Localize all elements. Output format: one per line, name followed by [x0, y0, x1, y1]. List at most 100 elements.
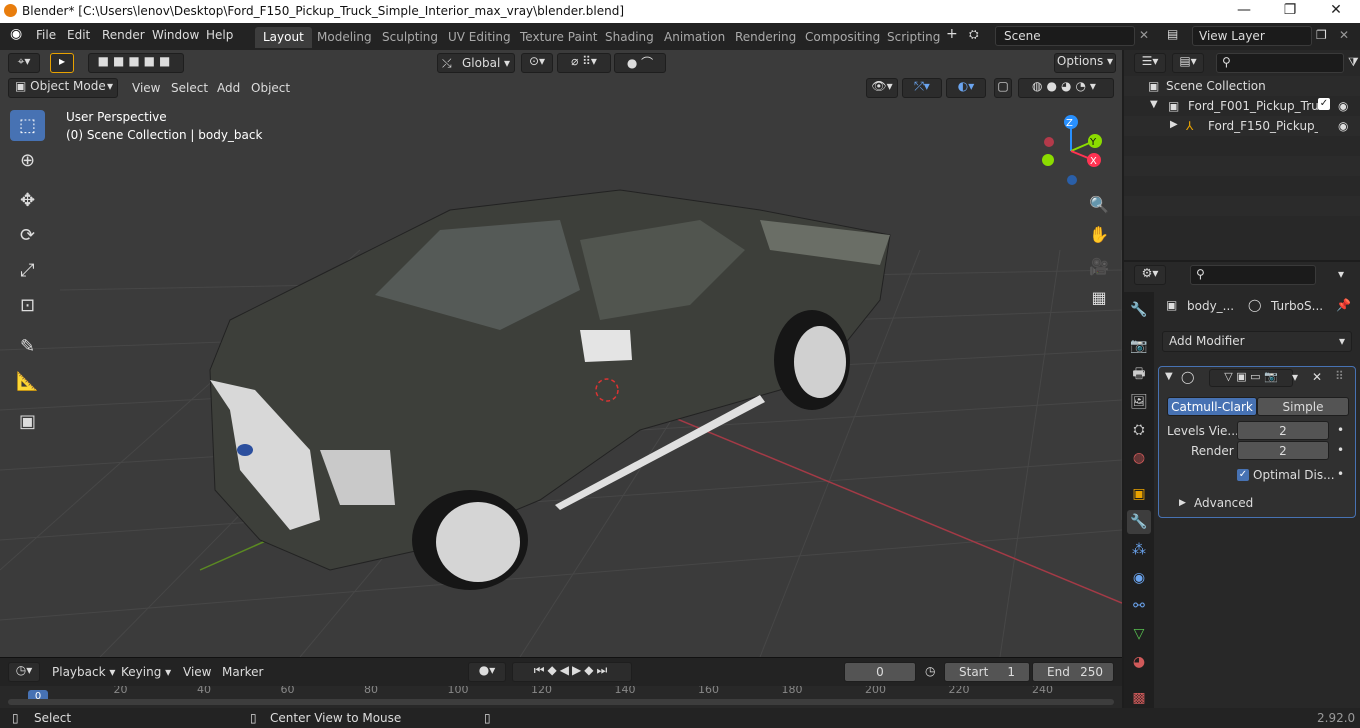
tab-compositing[interactable]: Compositing [797, 27, 888, 48]
overlay-toggle-button[interactable]: ◐▾ [946, 78, 986, 98]
close-window-button[interactable]: ✕ [1326, 2, 1346, 18]
transform-orientation-dropdown[interactable]: ⤯ Global ▾ [437, 53, 515, 73]
maximize-button[interactable]: ❐ [1280, 2, 1300, 18]
levels-viewport-field[interactable]: 2 [1237, 421, 1329, 440]
visibility-button[interactable]: 👁▾ [866, 78, 898, 98]
zoom-icon[interactable]: 🔍 [1085, 191, 1113, 219]
outliner-display-mode[interactable]: ▤▾ [1172, 53, 1204, 73]
chevron-down-icon[interactable]: ▾ [1292, 370, 1298, 384]
viewport-menu-view[interactable]: View [132, 81, 160, 95]
data-tab-icon[interactable]: ▽ [1127, 622, 1151, 646]
collapse-chevron-icon[interactable]: ▼ [1165, 371, 1173, 382]
drag-handle-icon[interactable]: ⠿ [1335, 369, 1344, 383]
add-workspace-icon[interactable]: + [946, 26, 958, 42]
scene-remove-icon[interactable]: ✕ [1139, 28, 1149, 42]
view-layer-remove-icon[interactable]: ✕ [1339, 28, 1349, 42]
modifier-tab-icon[interactable]: 🔧 [1127, 510, 1151, 534]
scale-tool-icon[interactable]: ⤢ [10, 255, 45, 286]
expand-chevron-icon[interactable]: ▶ [1170, 119, 1178, 130]
timeline-menu-playback[interactable]: Playback ▾ [52, 665, 115, 679]
timeline-scrollbar[interactable] [8, 699, 1114, 705]
menu-help[interactable]: Help [206, 28, 233, 42]
timeline-menu-keying[interactable]: Keying ▾ [121, 665, 171, 679]
timeline-editor-type[interactable]: ◷▾ [8, 662, 40, 682]
render-levels-field[interactable]: 2 [1237, 441, 1329, 460]
add-modifier-dropdown[interactable]: Add Modifier ▾ [1162, 331, 1352, 352]
transform-tool-icon[interactable]: ⊡ [10, 290, 45, 321]
truck-model[interactable] [209, 189, 891, 590]
optimal-display-checkbox[interactable]: ✓ [1237, 469, 1249, 481]
tool-tab-icon[interactable]: 🔧 [1127, 298, 1151, 322]
mode-dropdown[interactable]: ▣ Object Mode ▾ [8, 78, 118, 98]
pin-icon[interactable]: 📌 [1336, 298, 1351, 312]
keyframe-dot-icon[interactable]: • [1337, 423, 1344, 437]
constraints-tab-icon[interactable]: ⚯ [1127, 594, 1151, 618]
3d-viewport[interactable]: Z Y X ⌖▾ ▸ ■■■■■ ⤯ Global ▾ ⊙▾ ⌀ ⠿▾ ● ⌒ Op… [0, 50, 1122, 657]
timeline-menu-marker[interactable]: Marker [222, 665, 263, 679]
view-layer-name-field[interactable]: View Layer [1192, 26, 1312, 46]
tab-sculpting[interactable]: Sculpting [374, 27, 446, 48]
tab-rendering[interactable]: Rendering [727, 27, 804, 48]
keyframe-dot-icon[interactable]: • [1337, 467, 1344, 481]
move-tool-icon[interactable]: ✥ [10, 185, 45, 216]
properties-search-input[interactable]: ⚲ [1190, 265, 1316, 285]
viewport-menu-add[interactable]: Add [217, 81, 240, 95]
measure-tool-icon[interactable]: 📐 [10, 366, 45, 397]
outliner-editor-type[interactable]: ☰▾ [1134, 53, 1166, 73]
outliner-row-object[interactable]: ▶ ⅄ Ford_F150_Pickup_T ◉ [1124, 116, 1360, 136]
selection-mode-buttons[interactable]: ■■■■■ [88, 53, 184, 73]
pivot-point-button[interactable]: ⊙▾ [521, 53, 553, 73]
playback-controls[interactable]: ⏮◆◀▶◆⏭ [512, 662, 632, 682]
start-frame-field[interactable]: Start 1 [944, 662, 1030, 682]
cursor-tool-icon[interactable]: ⊕ [10, 145, 45, 176]
modifier-visibility-toggles[interactable]: ▽ ▣ ▭ 📷 [1209, 369, 1293, 387]
add-cube-tool-icon[interactable]: ▣ [10, 406, 45, 437]
xray-toggle-button[interactable]: ▢ [994, 78, 1012, 98]
snap-button[interactable]: ⌀ ⠿▾ [557, 53, 611, 73]
menu-render[interactable]: Render [102, 28, 145, 42]
texture-tab-icon[interactable]: ▩ [1127, 686, 1151, 710]
annotate-tool-icon[interactable]: ✎ [10, 331, 45, 362]
options-dropdown[interactable]: Options ▾ [1054, 53, 1116, 73]
catmull-clark-button[interactable]: Catmull-Clark [1167, 397, 1257, 416]
tab-scripting[interactable]: Scripting [879, 27, 948, 48]
object-tab-icon[interactable]: ▣ [1127, 482, 1151, 506]
viewport-menu-select[interactable]: Select [171, 81, 208, 95]
editor-type-button[interactable]: ⌖▾ [8, 53, 40, 73]
outliner-row-scene-collection[interactable]: ▣ Scene Collection [1124, 76, 1360, 96]
tab-modeling[interactable]: Modeling [309, 27, 380, 48]
viewport-menu-object[interactable]: Object [251, 81, 290, 95]
chevron-down-icon[interactable]: ▾ [1338, 267, 1344, 281]
pan-hand-icon[interactable]: ✋ [1085, 221, 1113, 249]
menu-edit[interactable]: Edit [67, 28, 90, 42]
render-tab-icon[interactable]: 📷 [1127, 334, 1151, 358]
outliner-row-collection[interactable]: ▼ ▣ Ford_F001_Pickup_Truck ✓ ◉ [1124, 96, 1360, 116]
shading-mode-buttons[interactable]: ◍●◕◔▾ [1018, 78, 1114, 98]
select-box-mode-icon[interactable]: ▸ [50, 53, 74, 73]
advanced-section-label[interactable]: Advanced [1194, 496, 1253, 510]
expand-chevron-icon[interactable]: ▶ [1179, 498, 1186, 508]
exclude-checkbox[interactable]: ✓ [1318, 98, 1330, 110]
filter-icon[interactable]: ⧩ [1348, 55, 1359, 70]
gizmo-toggle-button[interactable]: ⤱▾ [902, 78, 942, 98]
current-frame-field[interactable]: 0 [844, 662, 916, 682]
menu-window[interactable]: Window [152, 28, 199, 42]
proportional-edit-button[interactable]: ● ⌒ [614, 53, 666, 73]
eye-icon[interactable]: ◉ [1338, 99, 1348, 113]
scene-name-field[interactable]: Scene [995, 26, 1135, 46]
view-layer-copy-icon[interactable]: ❐ [1316, 28, 1327, 42]
tab-shading[interactable]: Shading [597, 27, 662, 48]
physics-tab-icon[interactable]: ◉ [1127, 566, 1151, 590]
tab-texture-paint[interactable]: Texture Paint [512, 27, 605, 48]
menu-file[interactable]: File [36, 28, 56, 42]
properties-editor-type[interactable]: ⚙▾ [1134, 265, 1166, 285]
output-tab-icon[interactable]: 🖶 [1127, 362, 1151, 386]
timeline-menu-view[interactable]: View [183, 665, 211, 679]
camera-view-icon[interactable]: 🎥 [1085, 253, 1113, 281]
tab-animation[interactable]: Animation [656, 27, 733, 48]
select-tool-icon[interactable]: ⬚ [10, 110, 45, 141]
tab-uv-editing[interactable]: UV Editing [440, 27, 519, 48]
simple-button[interactable]: Simple [1257, 397, 1349, 416]
end-frame-field[interactable]: End 250 [1032, 662, 1114, 682]
world-tab-icon[interactable]: ◍ [1127, 446, 1151, 470]
